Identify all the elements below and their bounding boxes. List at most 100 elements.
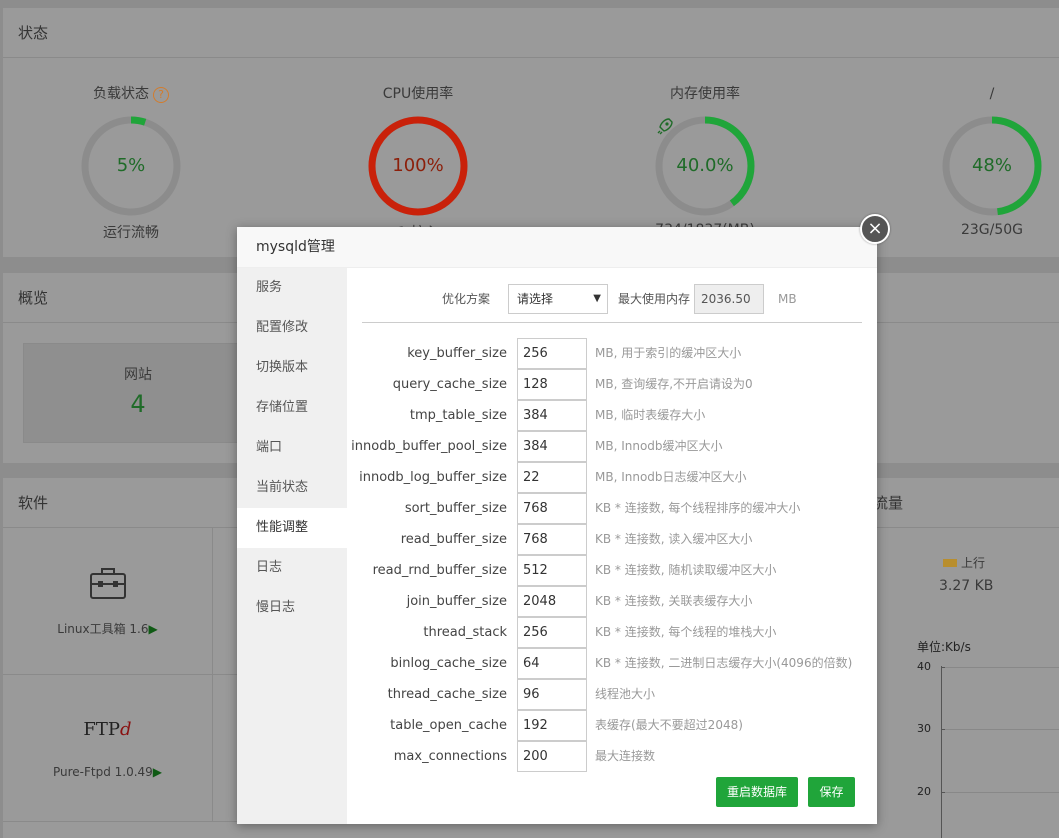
gauge-ring: 5% [81, 116, 181, 216]
param-input[interactable]: 2048 [517, 586, 587, 617]
max-memory-label: 最大使用内存 [618, 292, 691, 306]
param-row: thread_cache_size 96 线程池大小 [347, 679, 877, 710]
traffic-tick: 20 [917, 785, 947, 798]
param-input[interactable]: 256 [517, 617, 587, 648]
param-label: thread_cache_size [387, 687, 507, 702]
param-input[interactable]: 64 [517, 648, 587, 679]
toolbox-icon [90, 568, 126, 599]
gauge-ring[interactable]: 40.0% [655, 116, 755, 216]
upload-legend-swatch [943, 559, 957, 567]
param-label: sort_buffer_size [404, 501, 507, 516]
software-item-toolbox[interactable]: Linux工具箱 1.6▶ [3, 528, 213, 675]
gauge-value: 48% [971, 155, 1012, 176]
overview-card-sites[interactable]: 网站 4 [23, 343, 253, 443]
param-label: thread_stack [423, 625, 507, 640]
param-row: binlog_cache_size 64 KB * 连接数, 二进制日志缓存大小(4… [347, 648, 877, 679]
param-label: innodb_buffer_pool_size [351, 439, 507, 454]
play-arrow-icon[interactable]: ▶ [153, 765, 162, 779]
sidebar-item[interactable]: 切换版本 [237, 348, 347, 388]
gauge-title: 负载状态 [93, 86, 149, 102]
param-description: MB, 查询缓存,不开启请设为0 [595, 377, 753, 391]
upload-label: 上行 [961, 556, 986, 570]
param-input[interactable]: 768 [517, 524, 587, 555]
traffic-gridline [945, 792, 1059, 793]
param-label: join_buffer_size [406, 594, 507, 609]
dropdown-caret-icon: ▼ [593, 293, 601, 304]
software-item-ftpd[interactable]: FTPd Pure-Ftpd 1.0.49▶ [3, 675, 213, 822]
traffic-unit: 单位:Kb/s [917, 640, 971, 654]
param-input[interactable]: 192 [517, 710, 587, 741]
traffic-tick: 40 [917, 660, 947, 673]
param-row: max_connections 200 最大连接数 [347, 741, 877, 772]
param-description: MB, 用于索引的缓冲区大小 [595, 346, 742, 360]
param-label: key_buffer_size [407, 346, 507, 361]
param-label: max_connections [393, 749, 507, 764]
save-button[interactable]: 保存 [808, 777, 855, 807]
opt-plan-select[interactable]: 请选择 ▼ [508, 284, 608, 314]
overview-card-title: 网站 [124, 367, 152, 383]
param-description: KB * 连接数, 读入缓冲区大小 [595, 532, 753, 546]
gauge-value: 5% [116, 155, 146, 176]
restart-database-button[interactable]: 重启数据库 [716, 777, 798, 807]
param-row: read_buffer_size 768 KB * 连接数, 读入缓冲区大小 [347, 524, 877, 555]
param-description: 最大连接数 [595, 749, 656, 763]
performance-tuning-form: 优化方案 请选择 ▼ 最大使用内存 2036.50 MB key_buffer_s… [347, 268, 877, 824]
sidebar-item[interactable]: 端口 [237, 428, 347, 468]
param-description: KB * 连接数, 随机读取缓冲区大小 [595, 563, 777, 577]
traffic-tick: 30 [917, 722, 947, 735]
sidebar-item[interactable]: 日志 [237, 548, 347, 588]
gauge-subtext: 23G/50G [960, 222, 1024, 238]
software-item-label: Linux工具箱 1.6 [57, 622, 149, 636]
param-description: KB * 连接数, 二进制日志缓存大小(4096的倍数) [595, 656, 853, 670]
param-row: read_rnd_buffer_size 512 KB * 连接数, 随机读取缓冲区… [347, 555, 877, 586]
param-description: MB, 临时表缓存大小 [595, 408, 706, 422]
status-panel-title: 状态 [3, 8, 1059, 58]
gauge-title: / [989, 86, 995, 102]
param-row: key_buffer_size 256 MB, 用于索引的缓冲区大小 [347, 338, 877, 369]
sidebar-item[interactable]: 当前状态 [237, 468, 347, 508]
max-memory-unit: MB [778, 292, 797, 306]
sidebar-item[interactable]: 配置修改 [237, 308, 347, 348]
software-item-label: Pure-Ftpd 1.0.49 [52, 765, 153, 779]
sidebar-item[interactable]: 性能调整 [237, 508, 347, 548]
param-input[interactable]: 384 [517, 400, 587, 431]
param-input[interactable]: 128 [517, 369, 587, 400]
param-description: MB, Innodb日志缓冲区大小 [595, 470, 747, 484]
param-input[interactable]: 384 [517, 431, 587, 462]
param-input[interactable]: 200 [517, 741, 587, 772]
param-label: tmp_table_size [409, 408, 507, 423]
param-label: table_open_cache [390, 718, 507, 733]
param-label: innodb_log_buffer_size [359, 470, 507, 485]
param-description: 线程池大小 [595, 687, 656, 701]
param-input[interactable]: 22 [517, 462, 587, 493]
param-input[interactable]: 768 [517, 493, 587, 524]
param-input[interactable]: 512 [517, 555, 587, 586]
upload-value: 3.27 KB [939, 578, 994, 594]
modal-title: mysqld管理 [237, 227, 877, 268]
gauge-title: CPU使用率 [382, 86, 454, 102]
sidebar-item[interactable]: 存储位置 [237, 388, 347, 428]
gauge-ring: 100% [368, 116, 468, 216]
param-description: MB, Innodb缓冲区大小 [595, 439, 723, 453]
mysqld-modal: mysqld管理 × 服务 配置修改 切换版本 存储位置 端口 当前状态 性能调整 日志 慢日志… [237, 214, 890, 824]
overview-card-value[interactable]: 4 [24, 390, 252, 418]
param-input[interactable]: 256 [517, 338, 587, 369]
param-row: table_open_cache 192 表缓存(最大不要超过2048) [347, 710, 877, 741]
divider [362, 322, 862, 323]
param-input[interactable]: 96 [517, 679, 587, 710]
param-label: query_cache_size [392, 377, 507, 392]
memory-gauge: 内存使用率 40.0% 734/1837(MB) [625, 84, 785, 238]
sidebar-item[interactable]: 服务 [237, 268, 347, 308]
param-description: KB * 连接数, 每个线程的堆栈大小 [595, 625, 777, 639]
play-arrow-icon[interactable]: ▶ [149, 622, 158, 636]
param-row: thread_stack 256 KB * 连接数, 每个线程的堆栈大小 [347, 617, 877, 648]
param-row: tmp_table_size 384 MB, 临时表缓存大小 [347, 400, 877, 431]
help-icon[interactable]: ? [153, 87, 169, 103]
sidebar-item[interactable]: 慢日志 [237, 588, 347, 628]
param-description: KB * 连接数, 每个线程排序的缓冲大小 [595, 501, 801, 515]
max-memory-input[interactable]: 2036.50 [694, 284, 764, 314]
traffic-gridline [945, 667, 1059, 668]
close-button[interactable]: × [860, 214, 890, 244]
param-row: sort_buffer_size 768 KB * 连接数, 每个线程排序的缓冲大小 [347, 493, 877, 524]
gauge-title: 内存使用率 [670, 86, 740, 102]
